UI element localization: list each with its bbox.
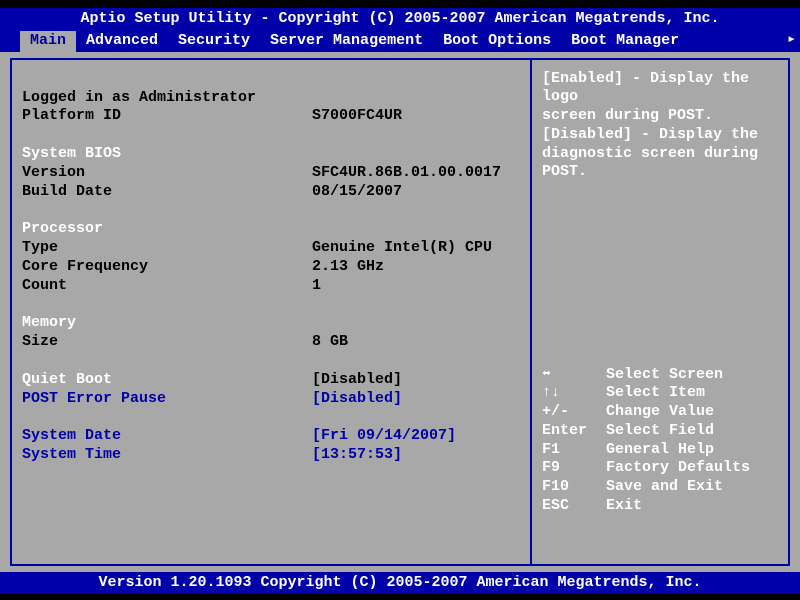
logged-in-text: Logged in as Administrator	[22, 89, 520, 108]
type-value: Genuine Intel(R) CPU	[312, 239, 520, 258]
freq-value: 2.13 GHz	[312, 258, 520, 277]
menu-security[interactable]: Security	[168, 31, 260, 52]
key-desc: Factory Defaults	[606, 459, 750, 478]
platform-id-value: S7000FC4UR	[312, 107, 520, 126]
footer-bar: Version 1.20.1093 Copyright (C) 2005-200…	[0, 572, 800, 595]
help-line: [Disabled] - Display the	[542, 126, 778, 145]
key: ⬌	[542, 366, 606, 385]
key-desc: Save and Exit	[606, 478, 723, 497]
count-label: Count	[22, 277, 312, 296]
left-panel: Logged in as Administrator Platform ID S…	[10, 58, 530, 566]
key: Enter	[542, 422, 606, 441]
key-desc: Change Value	[606, 403, 714, 422]
system-date-label[interactable]: System Date	[22, 427, 312, 446]
menu-scroll-right-icon[interactable]: ▸	[787, 31, 796, 50]
freq-label: Core Frequency	[22, 258, 312, 277]
version-label: Version	[22, 164, 312, 183]
key: F10	[542, 478, 606, 497]
key: F9	[542, 459, 606, 478]
top-border	[0, 0, 800, 8]
main-area: Logged in as Administrator Platform ID S…	[0, 52, 800, 572]
post-error-label[interactable]: POST Error Pause	[22, 390, 312, 409]
system-time-value[interactable]: [13:57:53]	[312, 446, 520, 465]
quiet-boot-value[interactable]: [Disabled]	[312, 371, 520, 390]
key-desc: Exit	[606, 497, 642, 516]
system-date-value[interactable]: [Fri 09/14/2007]	[312, 427, 520, 446]
bottom-border	[0, 594, 800, 600]
menu-boot-manager[interactable]: Boot Manager	[561, 31, 689, 52]
menu-bar: Main Advanced Security Server Management…	[0, 31, 800, 52]
version-value: SFC4UR.86B.01.00.0017	[312, 164, 520, 183]
quiet-boot-label[interactable]: Quiet Boot	[22, 371, 312, 390]
help-line: diagnostic screen during POST.	[542, 145, 778, 183]
help-line: screen during POST.	[542, 107, 778, 126]
post-error-value[interactable]: [Disabled]	[312, 390, 520, 409]
menu-boot-options[interactable]: Boot Options	[433, 31, 561, 52]
build-date-value: 08/15/2007	[312, 183, 520, 202]
key: ESC	[542, 497, 606, 516]
system-time-label[interactable]: System Time	[22, 446, 312, 465]
key: ↑↓	[542, 384, 606, 403]
menu-server-management[interactable]: Server Management	[260, 31, 433, 52]
help-line: [Enabled] - Display the logo	[542, 70, 778, 108]
menu-main[interactable]: Main	[20, 31, 76, 52]
size-label: Size	[22, 333, 312, 352]
memory-header: Memory	[22, 314, 520, 333]
key-desc: Select Field	[606, 422, 714, 441]
bios-header: System BIOS	[22, 145, 520, 164]
key-desc: General Help	[606, 441, 714, 460]
size-value: 8 GB	[312, 333, 520, 352]
help-text: [Enabled] - Display the logo screen duri…	[542, 70, 778, 183]
key-desc: Select Screen	[606, 366, 723, 385]
key-hints: ⬌Select Screen ↑↓Select Item +/-Change V…	[542, 366, 778, 554]
key: +/-	[542, 403, 606, 422]
right-panel: [Enabled] - Display the logo screen duri…	[530, 58, 790, 566]
processor-header: Processor	[22, 220, 520, 239]
platform-id-label: Platform ID	[22, 107, 312, 126]
key-desc: Select Item	[606, 384, 705, 403]
count-value: 1	[312, 277, 520, 296]
key: F1	[542, 441, 606, 460]
menu-advanced[interactable]: Advanced	[76, 31, 168, 52]
title-bar: Aptio Setup Utility - Copyright (C) 2005…	[0, 8, 800, 31]
type-label: Type	[22, 239, 312, 258]
build-date-label: Build Date	[22, 183, 312, 202]
